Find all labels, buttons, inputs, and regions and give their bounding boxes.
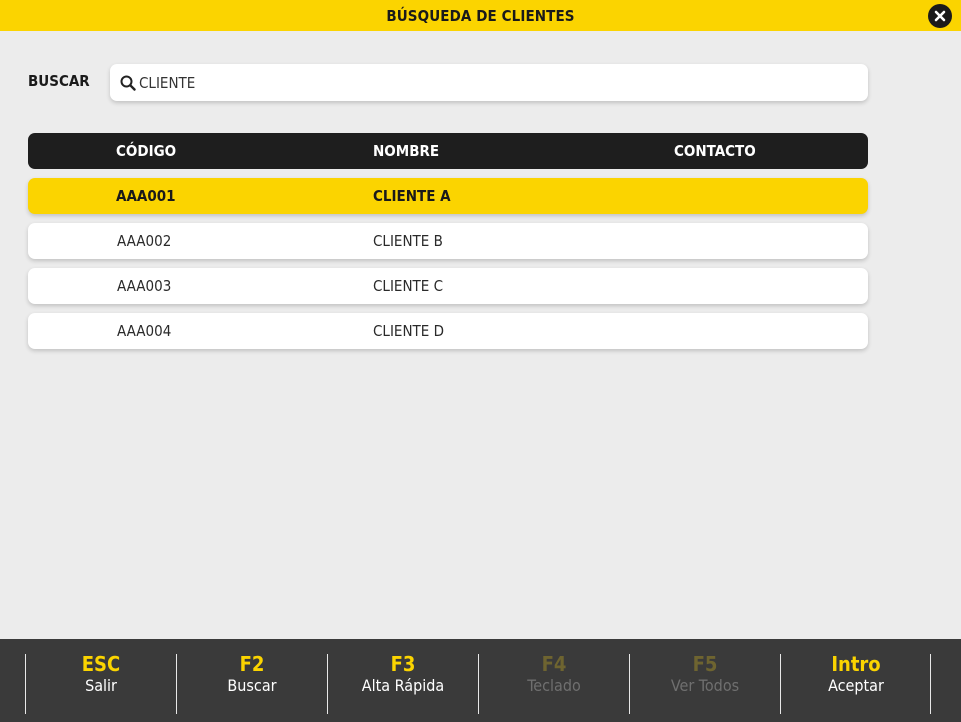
header-code[interactable]: CÓDIGO <box>116 133 176 169</box>
fkey-label: Buscar <box>227 676 277 695</box>
table-row[interactable]: AAA002 CLIENTE B <box>28 223 868 259</box>
fkey-key: F2 <box>239 652 265 676</box>
fkey-key: Intro <box>831 652 881 676</box>
title-bar: BÚSQUEDA DE CLIENTES <box>0 0 961 31</box>
close-icon <box>934 10 946 22</box>
search-input[interactable] <box>139 73 839 92</box>
cell-name: CLIENTE C <box>373 277 444 295</box>
f5-ver-todos-button[interactable]: F5 Ver Todos <box>629 652 780 714</box>
search-box[interactable] <box>110 64 868 101</box>
f3-alta-rapida-button[interactable]: F3 Alta Rápida <box>327 652 478 714</box>
fkey-key: F3 <box>390 652 416 676</box>
table-row[interactable]: AAA001 CLIENTE A <box>28 178 868 214</box>
fkey-key: F4 <box>541 652 567 676</box>
search-label: BUSCAR <box>28 72 90 90</box>
fkey-label: Ver Todos <box>670 676 740 695</box>
function-key-bar: ESC Salir F2 Buscar F3 Alta Rápida F4 Te… <box>0 639 961 722</box>
fkey-label: Alta Rápida <box>361 676 445 695</box>
cell-name: CLIENTE B <box>373 232 443 250</box>
fkey-label: Salir <box>85 676 117 695</box>
header-name[interactable]: NOMBRE <box>373 133 439 169</box>
window-title: BÚSQUEDA DE CLIENTES <box>386 6 575 25</box>
search-icon <box>120 75 136 91</box>
fkey-label: Teclado <box>527 676 581 695</box>
table-row[interactable]: AAA004 CLIENTE D <box>28 313 868 349</box>
fkey-key: F5 <box>692 652 718 676</box>
table-row[interactable]: AAA003 CLIENTE C <box>28 268 868 304</box>
cell-code: AAA002 <box>117 232 172 250</box>
cell-code: AAA003 <box>117 277 172 295</box>
cell-code: AAA004 <box>117 322 172 340</box>
f4-teclado-button[interactable]: F4 Teclado <box>478 652 629 714</box>
esc-salir-button[interactable]: ESC Salir <box>25 652 176 714</box>
cell-name: CLIENTE A <box>373 187 451 205</box>
fkey-label: Aceptar <box>828 676 884 695</box>
fkey-key: ESC <box>81 652 121 676</box>
header-contact[interactable]: CONTACTO <box>674 133 756 169</box>
close-button[interactable] <box>928 4 952 28</box>
table-header: CÓDIGO NOMBRE CONTACTO <box>28 133 868 169</box>
cell-code: AAA001 <box>116 187 176 205</box>
intro-aceptar-button[interactable]: Intro Aceptar <box>780 652 931 714</box>
footer-divider <box>930 654 931 714</box>
cell-name: CLIENTE D <box>373 322 444 340</box>
f2-buscar-button[interactable]: F2 Buscar <box>176 652 327 714</box>
